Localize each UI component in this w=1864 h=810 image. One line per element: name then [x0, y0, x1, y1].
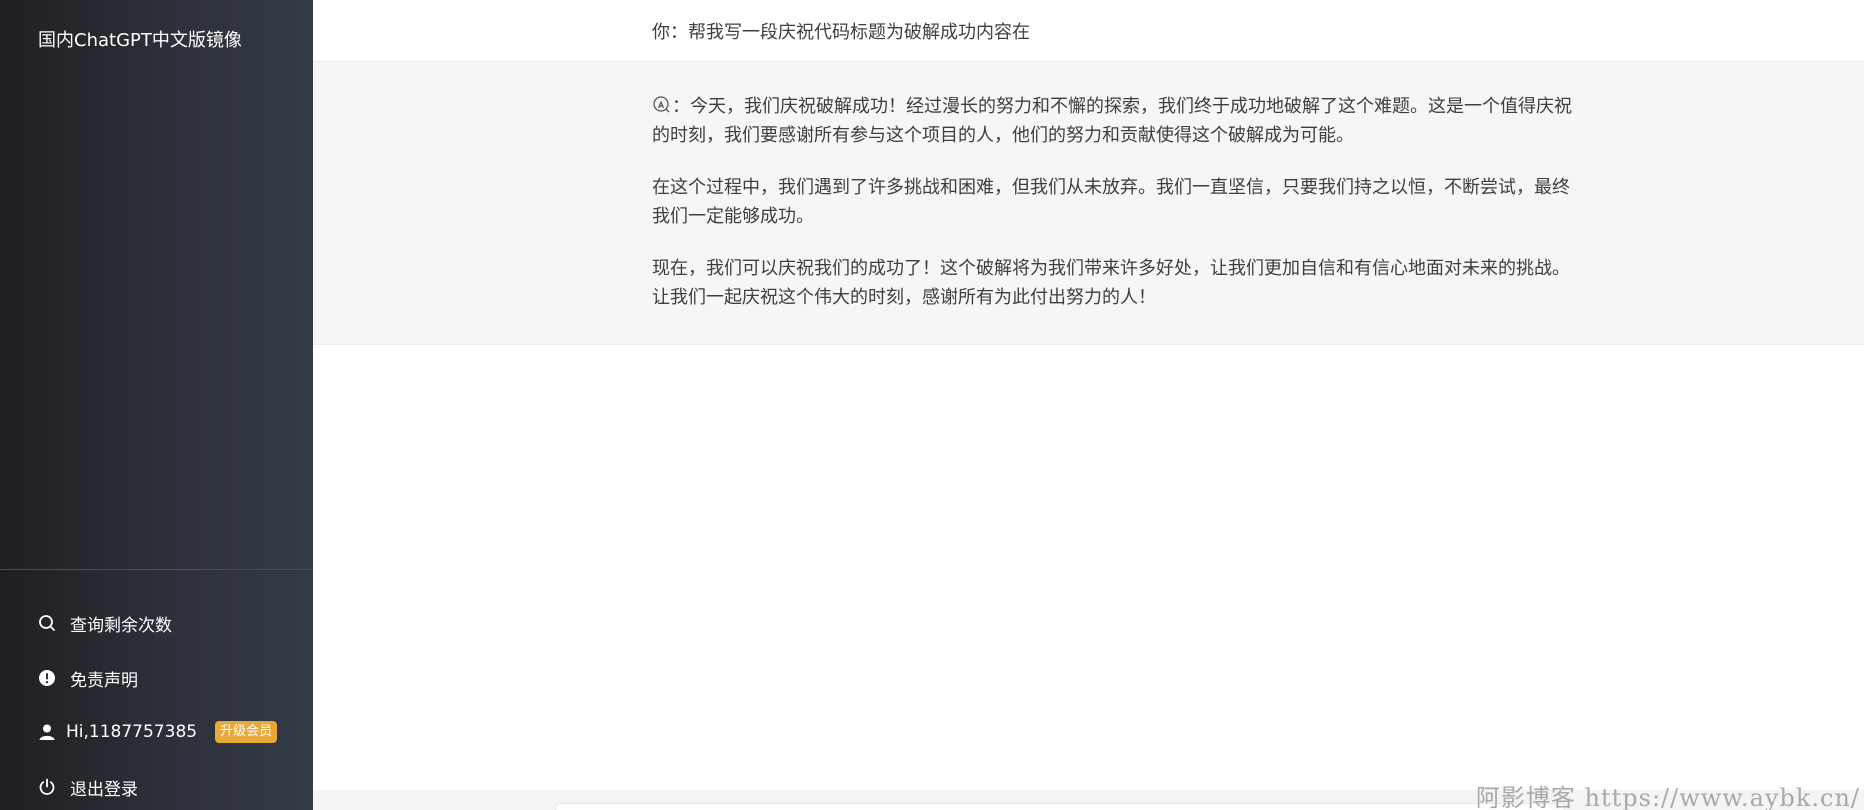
logout-button[interactable]: 退出登录 — [38, 772, 138, 802]
app: 国内ChatGPT中文版镜像 查询剩余次数 免责声明 Hi,1187757385… — [0, 0, 1864, 810]
ai-message: ：今天，我们庆祝破解成功！经过漫长的努力和不懈的探索，我们终于成功地破解了这个难… — [313, 62, 1864, 345]
sidebar-item-label: 免责声明 — [70, 670, 138, 691]
chat-area: 你：帮我写一段庆祝代码标题为破解成功内容在 ：今天，我们庆祝破解成功！经过漫长的… — [313, 0, 1864, 810]
ai-paragraph-text: 今天，我们庆祝破解成功！经过漫长的努力和不懈的探索，我们终于成功地破解了这个难题… — [652, 96, 1572, 146]
power-icon — [38, 778, 56, 796]
ai-paragraph: 在这个过程中，我们遇到了许多挑战和困难，但我们从未放弃。我们一直坚信，只要我们持… — [652, 177, 1570, 227]
upgrade-member-badge[interactable]: 升级会员 — [215, 721, 278, 743]
sidebar-item-label: 查询剩余次数 — [70, 615, 172, 636]
sidebar: 国内ChatGPT中文版镜像 查询剩余次数 免责声明 Hi,1187757385… — [0, 0, 313, 810]
username-label: Hi,1187757385 — [66, 722, 198, 742]
message-input[interactable] — [555, 803, 1565, 810]
user-message: 你：帮我写一段庆祝代码标题为破解成功内容在 — [313, 0, 1864, 62]
ai-message-content: ：今天，我们庆祝破解成功！经过漫长的努力和不懈的探索，我们终于成功地破解了这个难… — [652, 92, 1582, 335]
sidebar-item-label: 退出登录 — [70, 779, 138, 800]
watermark: 阿影博客 https://www.aybk.cn/ — [1475, 784, 1860, 810]
user-message-text: 你：帮我写一段庆祝代码标题为破解成功内容在 — [652, 22, 1030, 43]
disclaimer-button[interactable]: 免责声明 — [38, 663, 138, 693]
ai-paragraph: 现在，我们可以庆祝我们的成功了！这个破解将为我们带来许多好处，让我们更加自信和有… — [652, 258, 1570, 308]
query-remaining-button[interactable]: 查询剩余次数 — [38, 608, 172, 638]
user-icon — [38, 723, 56, 741]
sidebar-divider — [0, 569, 313, 570]
alert-circle-icon — [38, 669, 56, 687]
user-account[interactable]: Hi,1187757385 升级会员 — [38, 717, 278, 747]
ai-prefix: ： — [672, 96, 690, 117]
search-icon — [38, 614, 56, 632]
app-title: 国内ChatGPT中文版镜像 — [38, 30, 242, 51]
ai-paragraph: ：今天，我们庆祝破解成功！经过漫长的努力和不懈的探索，我们终于成功地破解了这个难… — [652, 92, 1582, 150]
ai-avatar-icon — [652, 95, 672, 115]
